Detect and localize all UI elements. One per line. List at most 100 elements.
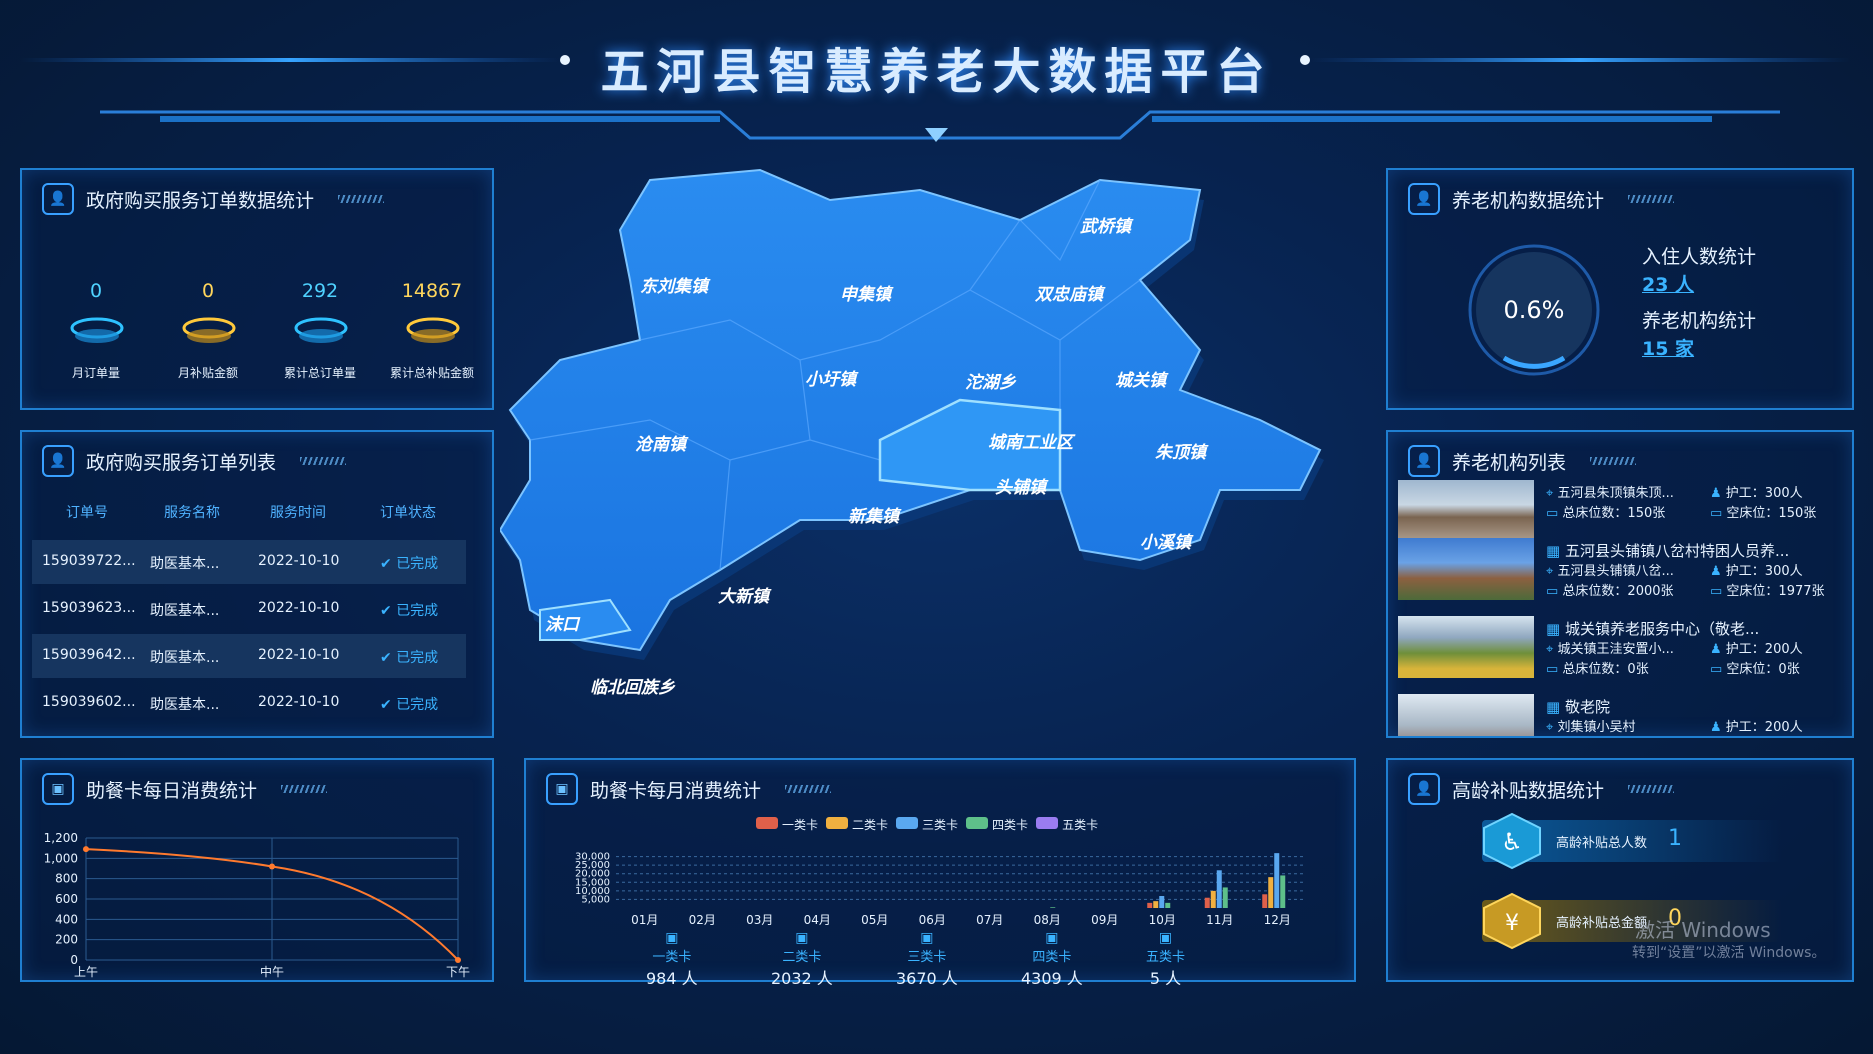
legend-item[interactable]: 四类卡 [966,816,1028,833]
x-tick-label: 下午 [446,965,470,979]
card-stat-4: ▣ 四类卡 4309 人 [1021,930,1083,988]
table-row[interactable]: 159039642... 助医基本... 2022-10-10 ✔ 已完成 [32,634,466,678]
bar [1153,901,1159,908]
x-tick-label: 04月 [804,913,831,927]
card-icon: ▣ [42,773,74,805]
region-label: 沱湖乡 [965,373,1017,393]
user-icon: 👤 [42,445,74,477]
legend-item[interactable]: 一类卡 [756,816,818,833]
map-county-outline[interactable] [500,168,1322,652]
institution-label: 养老机构统计 [1642,310,1757,332]
location-icon: ⌖ [1546,642,1558,657]
windows-watermark: 激活 Windows [1635,918,1771,942]
title-decoration [1628,785,1675,793]
resident-label: 入住人数统计 [1642,246,1757,268]
bar [1050,907,1056,908]
region-label: 东刘集镇 [640,277,711,297]
location-icon: ⌖ [1546,720,1558,735]
resident-value: 23 人 [1642,274,1695,296]
bar [1210,890,1216,908]
building-photo [1398,538,1534,600]
check-icon: ✔ [380,650,397,666]
y-tick-label: 200 [55,933,78,947]
cyan-disc-icon [294,317,348,343]
county-map[interactable]: 武桥镇 东刘集镇 申集镇 双忠庙镇 小圩镇 沱湖乡 城关镇 沧南镇 城南工业区 … [500,160,1360,760]
yuan-coin-icon: ¥ [1483,892,1541,950]
bar [1216,870,1222,908]
panel-title: 👤 养老机构列表 [1408,444,1637,478]
user-icon: 👤 [42,183,74,215]
card-stat-3: ▣ 三类卡 3670 人 [896,930,958,988]
title-decoration [281,785,328,793]
percent-value: 0.6% [1503,296,1565,324]
user-icon: 👤 [1408,773,1440,805]
table-row[interactable]: 159039722... 助医基本... 2022-10-10 ✔ 已完成 [32,540,466,584]
building-icon: ▦ [1546,698,1565,716]
region-label: 武桥镇 [1080,217,1134,237]
legend-item[interactable]: 二类卡 [826,816,888,833]
x-tick-label: 06月 [919,913,946,927]
building-photo [1398,694,1534,736]
bar [1268,877,1274,908]
gold-disc-icon [406,317,460,343]
gold-disc-icon [182,317,236,343]
windows-watermark-hint: 转到“设置”以激活 Windows。 [1632,945,1826,961]
x-tick-label: 05月 [861,913,888,927]
region-label: 头铺镇 [995,478,1049,498]
col-header-status: 订单状态 [380,505,436,521]
cyan-disc-icon [70,317,124,343]
data-point [455,957,461,963]
building-photo [1398,616,1534,678]
list-item[interactable]: ▦ 城关镇养老服务中心（敬老... ⌖ 城关镇王洼安置小... ♟ 护工：200… [1398,616,1838,686]
user-icon: 👤 [1408,445,1440,477]
card-icon: ▣ [1158,930,1173,946]
subsidy-count-label: 高龄补贴总人数 [1556,836,1648,851]
x-tick-label: 07月 [976,913,1003,927]
table-row[interactable]: 159039623... 助医基本... 2022-10-10 ✔ 已完成 [32,587,466,631]
region-label: 新集镇 [848,507,902,527]
bed-icon: ▭ [1546,584,1563,599]
y-tick-label: 800 [55,872,78,886]
legend-item[interactable]: 五类卡 [1036,816,1098,833]
data-point [269,863,275,870]
location-icon: ⌖ [1546,564,1558,579]
panel-title: 👤 政府购买服务订单数据统计 [42,182,385,216]
col-header-order-id: 订单号 [66,505,108,521]
list-item[interactable]: ▦ 敬老院 ⌖ 刘集镇小吴村 ♟ 护工：200人 [1398,694,1838,736]
location-icon: ⌖ [1546,486,1558,501]
y-tick-label: 30,000 [575,852,610,863]
check-icon: ✔ [380,697,397,713]
panel-title: ▣ 助餐卡每月消费统计 [546,772,832,806]
stat-total-subsidy: 14867 累计总补贴金额 [389,280,474,380]
bar [1262,894,1268,908]
bed-icon: ▭ [1546,662,1563,677]
region-label: 小溪镇 [1140,533,1194,553]
title-decoration [1628,195,1675,203]
region-label: 小圩镇 [805,370,859,390]
bar [1159,896,1165,908]
check-icon: ✔ [380,556,397,572]
region-label: 朱顶镇 [1155,443,1209,463]
list-item[interactable]: ▦ 五河县头铺镇八岔村特困人员养... ⌖ 五河县头铺镇八岔... ♟ 护工：3… [1398,538,1838,608]
region-label: 临北回族乡 [590,678,676,698]
svg-text:♿: ♿ [1501,828,1523,856]
institution-value: 15 家 [1642,338,1695,360]
y-tick-label: 400 [55,912,78,926]
card-stat-2: ▣ 二类卡 2032 人 [771,930,833,988]
x-tick-label: 01月 [631,913,658,927]
region-label: 沫口 [545,615,581,635]
card-stat-5: ▣ 五类卡 5 人 [1146,930,1186,988]
title-decoration [785,785,832,793]
daily-consumption-panel: ▣ 助餐卡每日消费统计 0 200 400 600 800 1,000 1,200 上午 中午下… [20,758,494,982]
building-icon: ▦ [1546,542,1565,560]
y-tick-label: 1,200 [44,831,78,845]
bar [1222,887,1228,908]
table-row[interactable]: 159039602... 助医基本... 2022-10-10 ✔ 已完成 [32,681,466,725]
col-header-service: 服务名称 [164,505,220,521]
bed-icon: ▭ [1710,584,1727,599]
user-icon: 👤 [1408,183,1440,215]
bar [1204,897,1210,908]
legend-item[interactable]: 三类卡 [896,816,958,833]
panel-title: 👤 政府购买服务订单列表 [42,444,347,478]
building-photo [1398,480,1534,542]
